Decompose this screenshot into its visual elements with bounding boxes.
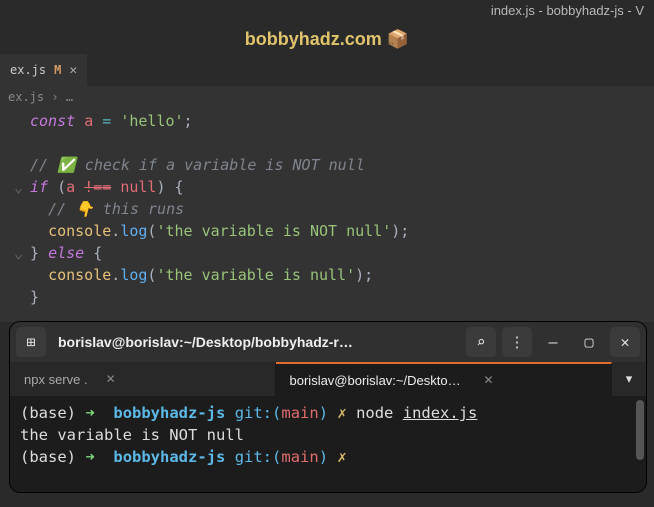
terminal-line: (base) ➜ bobbyhadz-js git:(main) ✗	[20, 446, 636, 468]
terminal-window: ⊞ borislav@borislav:~/Desktop/bobbyhadz-…	[10, 322, 646, 492]
tab-modified-indicator: M	[54, 63, 61, 77]
minimize-icon[interactable]: –	[538, 327, 568, 357]
code-line: console.log('the variable is NOT null');	[14, 220, 654, 242]
fold-icon[interactable]: ⌄	[14, 242, 24, 264]
code-line: ⌄} else {	[14, 242, 654, 264]
code-line: // 👇 this runs	[14, 198, 654, 220]
tab-filename: ex.js	[10, 63, 46, 77]
maximize-icon[interactable]: ▢	[574, 327, 604, 357]
terminal-tab[interactable]: npx serve . ✕	[10, 362, 276, 396]
code-line: ⌄if (a !== null) {	[14, 176, 654, 198]
editor-tab[interactable]: ex.js M ✕	[0, 54, 87, 86]
terminal-body[interactable]: (base) ➜ bobbyhadz-js git:(main) ✗ node …	[10, 396, 646, 492]
fold-icon[interactable]: ⌄	[14, 176, 24, 198]
breadcrumb[interactable]: ex.js › …	[0, 86, 654, 108]
terminal-line: (base) ➜ bobbyhadz-js git:(main) ✗ node …	[20, 402, 636, 424]
code-line: // ✅ check if a variable is NOT null	[14, 154, 654, 176]
terminal-line: the variable is NOT null	[20, 424, 636, 446]
close-icon[interactable]: ✕	[106, 372, 116, 386]
search-icon[interactable]: ⌕	[466, 327, 496, 357]
close-icon[interactable]: ✕	[69, 63, 77, 78]
terminal-tabs: npx serve . ✕ borislav@borislav:~/Deskto…	[10, 362, 646, 396]
code-line: console.log('the variable is null');	[14, 264, 654, 286]
code-line: }	[14, 286, 654, 308]
code-line: const a = 'hello';	[14, 110, 654, 132]
code-editor[interactable]: const a = 'hello'; // ✅ check if a varia…	[0, 108, 654, 322]
terminal-tab-active[interactable]: borislav@borislav:~/Desktop/b… ✕	[276, 362, 612, 396]
terminal-tab-label: npx serve .	[24, 372, 88, 387]
breadcrumb-rest: …	[66, 90, 73, 104]
terminal-titlebar: ⊞ borislav@borislav:~/Desktop/bobbyhadz-…	[10, 322, 646, 362]
new-tab-button[interactable]: ⊞	[16, 327, 46, 357]
breadcrumb-sep: ›	[51, 90, 58, 104]
window-title: index.js - bobbyhadz-js - V	[0, 0, 654, 21]
breadcrumb-file: ex.js	[8, 90, 44, 104]
code-line	[14, 132, 654, 154]
scrollbar[interactable]	[636, 400, 644, 460]
editor-tab-bar: ex.js M ✕	[0, 54, 654, 86]
tab-dropdown-icon[interactable]: ▾	[612, 362, 646, 396]
close-icon[interactable]: ✕	[610, 327, 640, 357]
site-banner: bobbyhadz.com 📦	[0, 21, 654, 54]
close-icon[interactable]: ✕	[484, 373, 494, 387]
terminal-title: borislav@borislav:~/Desktop/bobbyhadz-r…	[52, 334, 460, 350]
menu-icon[interactable]: ⋮	[502, 327, 532, 357]
terminal-tab-label: borislav@borislav:~/Desktop/b…	[290, 373, 466, 388]
